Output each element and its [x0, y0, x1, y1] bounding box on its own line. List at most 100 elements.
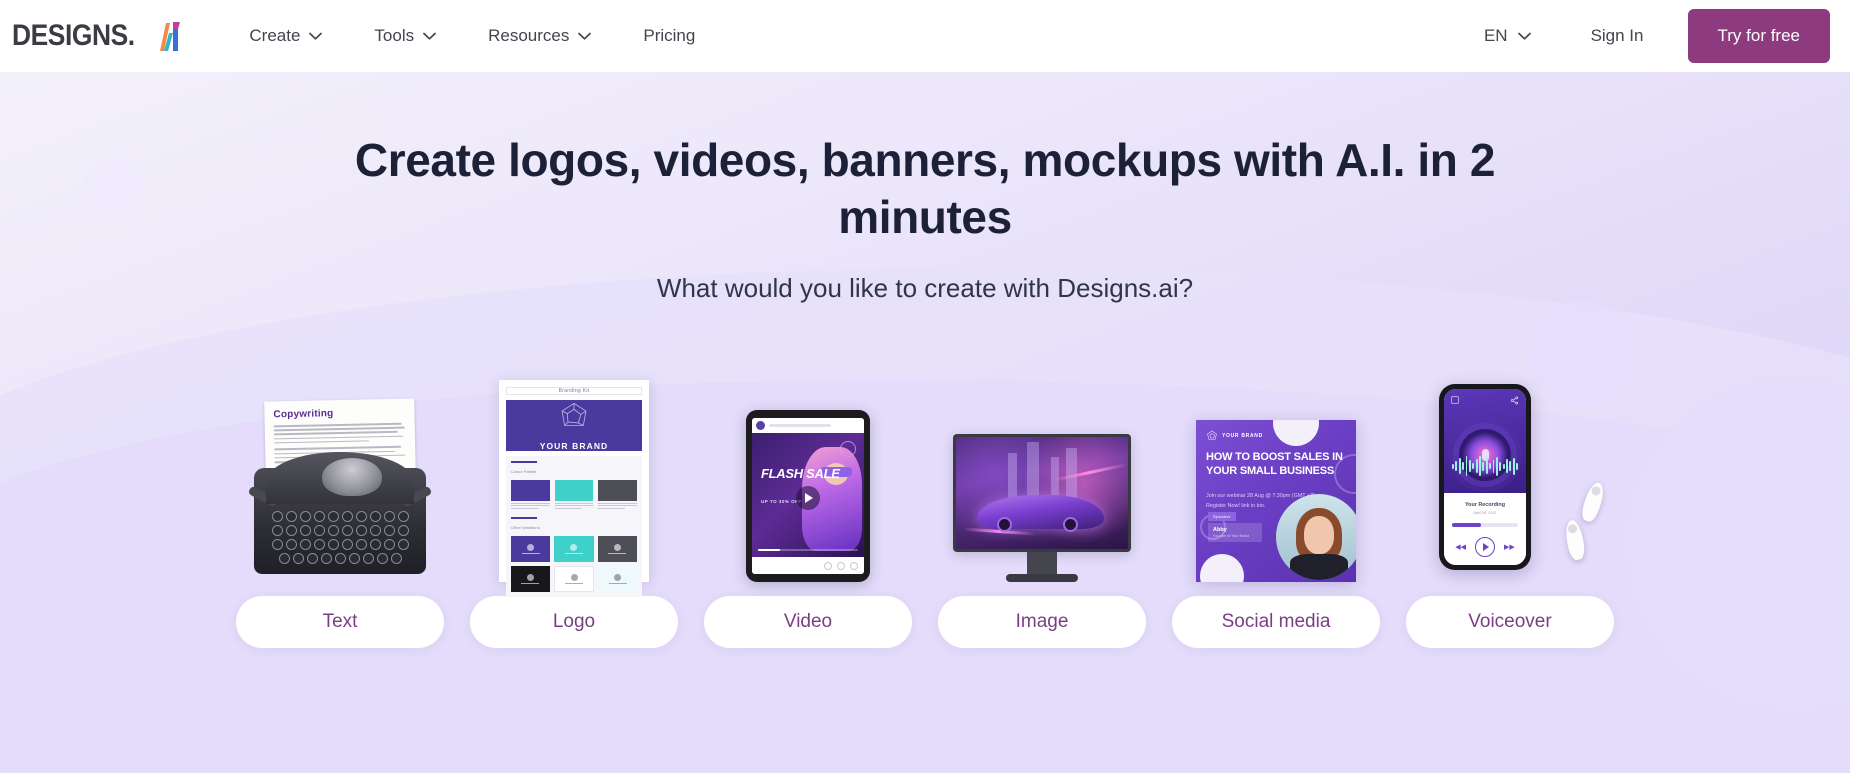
nav-item-create[interactable]: Create [247, 18, 324, 54]
recording-date: April 08, 2021 [1473, 511, 1497, 516]
monitor-stand-neck [1027, 552, 1057, 575]
play-button[interactable] [1475, 537, 1495, 558]
sports-car [976, 495, 1104, 529]
waveform [1452, 455, 1519, 477]
nav-item-pricing[interactable]: Pricing [641, 18, 697, 54]
section-rule-2 [511, 517, 537, 519]
neon-car-image [956, 437, 1128, 550]
typewriter-typeball [322, 458, 382, 497]
branding-kit-header: Branding Kit [506, 387, 642, 396]
play-button-icon[interactable] [796, 485, 820, 510]
share-icon [1510, 396, 1519, 405]
earbud-left [1579, 480, 1607, 524]
speaker-block: Speaker Abby Founder of Your Brand [1208, 505, 1262, 543]
speaker-photo [1276, 494, 1356, 581]
hero-section: Create logos, videos, banners, mockups w… [0, 72, 1850, 773]
category-card-text[interactable]: Copywriting Text [236, 350, 444, 649]
category-label-voiceover[interactable]: Voiceover [1406, 596, 1614, 649]
typewriter-hood [266, 452, 414, 505]
category-label-image[interactable]: Image [938, 596, 1146, 649]
video-post: FLASH SALE UP TO 30% OFF [752, 433, 864, 558]
branding-kit-hero: YOUR BRAND [506, 400, 642, 452]
playback-controls: ◀◀ ▶▶ [1455, 537, 1515, 558]
logo-text: DESIGNS. [12, 19, 135, 52]
thumbnail-branding-kit: Branding Kit YOUR BRAND Colour Palette O… [470, 350, 678, 597]
sign-in-link[interactable]: Sign In [1591, 26, 1644, 46]
typewriter-keyboard [263, 511, 417, 567]
post-headline: HOW TO BOOST SALES IN YOUR SMALL BUSINES… [1206, 451, 1343, 477]
category-card-video[interactable]: FLASH SALE UP TO 30% OFF Video [704, 350, 912, 649]
action-icon [837, 561, 845, 570]
nav-item-tools[interactable]: Tools [372, 18, 438, 54]
page-title: Create logos, videos, banners, mockups w… [354, 134, 1496, 243]
category-card-social-media[interactable]: YOUR BRAND HOW TO BOOST SALES IN YOUR SM… [1172, 350, 1380, 649]
phone-device: Your Recording April 08, 2021 ◀◀ ▶▶ [1439, 384, 1531, 571]
typewriter-body [247, 452, 433, 575]
recording-title: Your Recording [1464, 502, 1506, 509]
voice-app-controls: Your Recording April 08, 2021 ◀◀ ▶▶ [1444, 493, 1526, 566]
speaker-tag: Speaker [1208, 512, 1236, 522]
category-card-list: Copywriting Text Branding Kit YOUR BRAND… [236, 350, 1614, 649]
category-label-logo[interactable]: Logo [470, 596, 678, 649]
thumbnail-tablet-video: FLASH SALE UP TO 30% OFF [704, 350, 912, 583]
speaker-name: Abby [1213, 527, 1227, 534]
section-rule [511, 461, 537, 463]
nav-label: Tools [374, 26, 415, 45]
category-card-logo[interactable]: Branding Kit YOUR BRAND Colour Palette O… [470, 350, 678, 649]
main-nav: Create Tools Resources Pricing [247, 18, 697, 54]
category-label-text[interactable]: Text [236, 596, 444, 649]
avatar [756, 421, 765, 431]
header-actions: EN Sign In Try for free [1484, 9, 1850, 63]
thumbnail-social-post: YOUR BRAND HOW TO BOOST SALES IN YOUR SM… [1172, 350, 1380, 583]
page-subtitle: What would you like to create with Desig… [656, 273, 1194, 304]
monitor-screen [953, 434, 1131, 553]
branding-kit-brand-name: YOUR BRAND [539, 441, 609, 452]
logo-variations-row-2 [511, 565, 638, 592]
post-header-bar [752, 418, 864, 434]
earbud-right [1563, 519, 1587, 562]
next-icon[interactable]: ▶▶ [1504, 543, 1515, 551]
monitor-stand-base [1006, 574, 1078, 583]
language-label: EN [1483, 26, 1508, 45]
post-footer-bar [752, 557, 864, 575]
category-card-image[interactable]: Image [938, 350, 1146, 649]
language-selector[interactable]: EN [1484, 26, 1531, 46]
video-headline: FLASH SALE [761, 466, 840, 482]
post-brand: YOUR BRAND [1206, 430, 1263, 442]
polygon-logo-icon [1207, 430, 1217, 440]
polygon-logo-icon [561, 403, 587, 427]
nav-label: Resources [488, 26, 570, 45]
previous-icon[interactable]: ◀◀ [1455, 543, 1466, 551]
section-label-palette: Colour Palette [511, 468, 537, 474]
chevron-down-icon [423, 32, 436, 40]
ai-logo-mark-icon [160, 22, 181, 51]
video-progress-bar[interactable] [758, 549, 858, 552]
category-label-video[interactable]: Video [704, 596, 912, 649]
branding-kit-body: Colour Palette Other Variations [506, 456, 642, 597]
speaker-role: Founder of Your Brand [1213, 534, 1250, 539]
category-label-social-media[interactable]: Social media [1172, 596, 1380, 649]
chevron-down-icon [578, 32, 592, 40]
try-for-free-button[interactable]: Try for free [1687, 9, 1830, 63]
post-brand-name: YOUR BRAND [1222, 433, 1263, 440]
voice-app-visual [1444, 389, 1526, 494]
site-header: DESIGNS. Create Tools Resources Pricing … [0, 0, 1850, 72]
paper-title: Copywriting [273, 408, 334, 421]
logo-variations-row-1 [511, 535, 637, 562]
thumbnail-phone-voiceover: Your Recording April 08, 2021 ◀◀ ▶▶ [1406, 350, 1614, 582]
menu-icon [1451, 396, 1459, 405]
section-label-variations: Other Variations [511, 524, 540, 530]
thumbnail-typewriter: Copywriting [236, 350, 444, 582]
nav-item-resources[interactable]: Resources [486, 18, 593, 54]
color-palette [511, 479, 638, 511]
category-card-voiceover[interactable]: Your Recording April 08, 2021 ◀◀ ▶▶ Voic… [1406, 350, 1614, 649]
nav-label: Create [249, 26, 301, 45]
nav-label: Pricing [643, 26, 696, 45]
chevron-down-icon [309, 32, 323, 40]
playback-progress-bar[interactable] [1452, 523, 1518, 528]
action-icon [850, 561, 858, 570]
action-icon [824, 561, 832, 570]
chevron-down-icon [1517, 32, 1531, 40]
thumbnail-monitor-image [938, 350, 1146, 583]
logo[interactable]: DESIGNS. [12, 19, 183, 53]
